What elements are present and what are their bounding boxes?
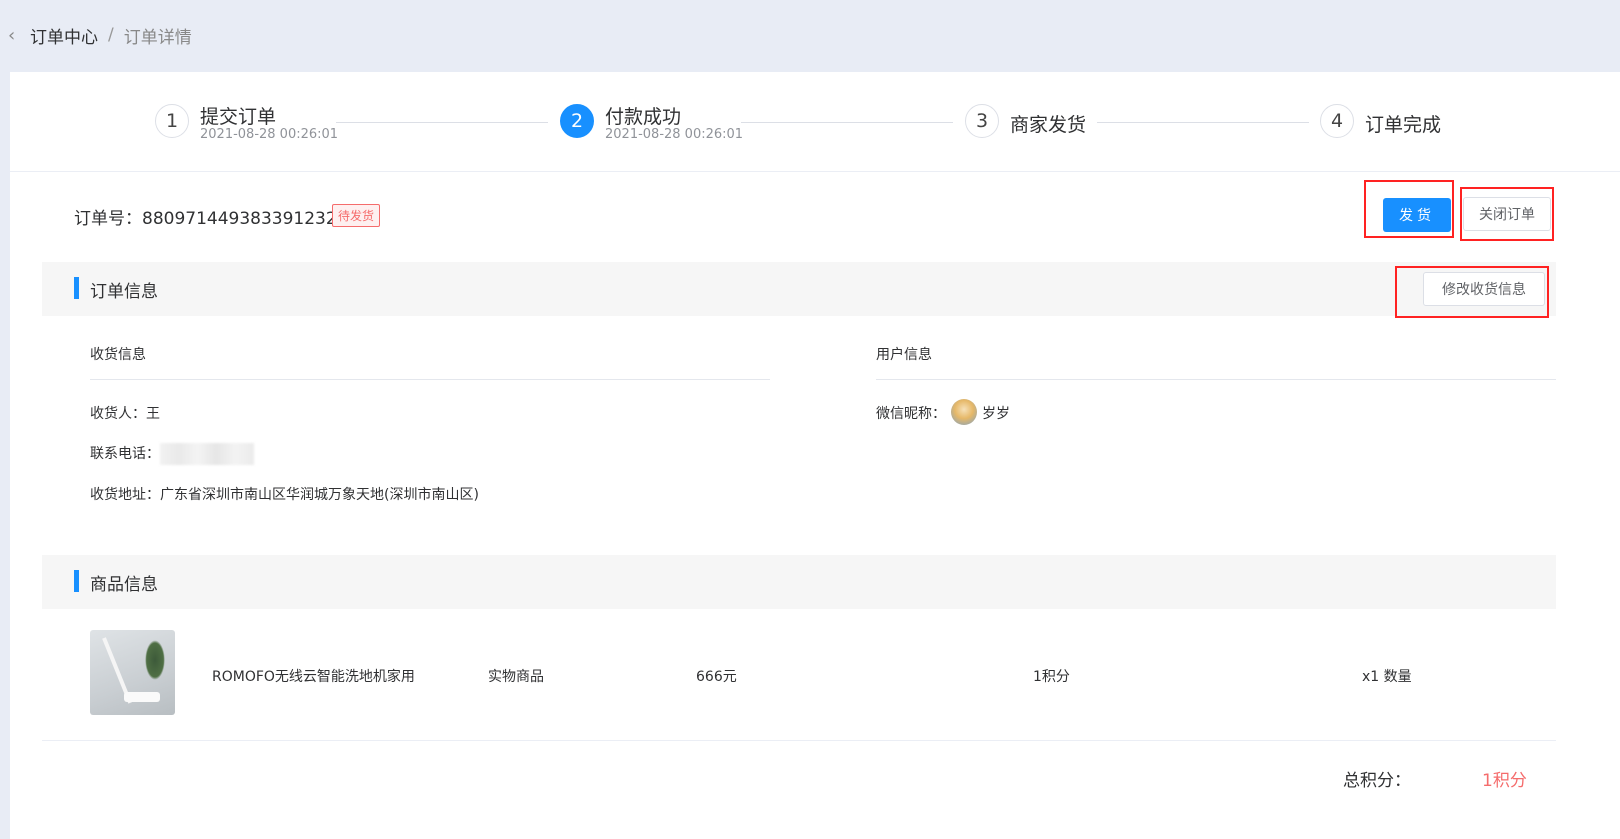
step-2-number: 2: [560, 104, 594, 138]
product-type: 实物商品: [488, 669, 544, 685]
order-info-header: 订单信息: [42, 262, 1556, 316]
order-steps: 1 提交订单 2021-08-28 00:26:01 2 付款成功 2021-0…: [10, 72, 1620, 172]
order-detail-panel: 1 提交订单 2021-08-28 00:26:01 2 付款成功 2021-0…: [10, 72, 1620, 839]
receiver-name: 收货人：王: [90, 406, 160, 422]
edit-shipping-button[interactable]: 修改收货信息: [1423, 272, 1545, 306]
ship-button[interactable]: 发货: [1383, 198, 1451, 232]
product-image-base: [124, 692, 160, 702]
status-badge: 待发货: [332, 204, 381, 227]
product-points: 1积分: [1033, 669, 1070, 685]
breadcrumb: ‹ 订单中心 / 订单详情: [0, 0, 1620, 70]
divider: [90, 379, 770, 380]
step-connector: [1097, 122, 1309, 123]
product-image: [90, 630, 175, 715]
step-4-number: 4: [1320, 104, 1354, 138]
table-row-divider: [42, 740, 1556, 741]
wechat-nickname: 岁岁: [982, 406, 1010, 422]
order-number: 订单号：880971449383391232: [74, 209, 337, 229]
phone-redacted: [160, 443, 254, 465]
wechat-label: 微信昵称：: [876, 406, 946, 422]
step-4-title: 订单完成: [1365, 114, 1442, 136]
back-chevron-icon[interactable]: ‹: [8, 25, 30, 46]
phone-row: 联系电话：: [90, 443, 254, 465]
shipping-address: 收货地址：广东省深圳市南山区华润城万象天地(深圳市南山区): [90, 487, 479, 503]
breadcrumb-order-center[interactable]: 订单中心: [30, 23, 98, 48]
breadcrumb-separator: /: [108, 25, 114, 45]
total-points-value: 1积分: [1482, 771, 1527, 791]
step-1-title: 提交订单: [200, 106, 277, 128]
step-2-time: 2021-08-28 00:26:01: [605, 127, 744, 142]
product-quantity: x1 数量: [1362, 669, 1412, 685]
step-1-time: 2021-08-28 00:26:01: [200, 127, 339, 142]
section-accent-bar: [74, 277, 79, 299]
step-3-number: 3: [965, 104, 999, 138]
product-price: 666元: [696, 669, 737, 685]
section-accent-bar: [74, 570, 79, 592]
order-info-title: 订单信息: [90, 281, 158, 302]
divider: [876, 379, 1556, 380]
step-connector: [336, 122, 548, 123]
product-info-header: 商品信息: [42, 555, 1556, 609]
total-points-label: 总积分：: [1343, 771, 1411, 791]
step-2-title: 付款成功: [605, 106, 682, 128]
step-1-number: 1: [155, 104, 189, 138]
close-order-button[interactable]: 关闭订单: [1463, 197, 1551, 231]
breadcrumb-current: 订单详情: [123, 27, 192, 48]
step-3-title: 商家发货: [1010, 114, 1087, 136]
product-name[interactable]: ROMOFO无线云智能洗地机家用: [212, 666, 415, 686]
step-connector: [741, 122, 953, 123]
avatar: [951, 399, 977, 425]
user-info-title: 用户信息: [876, 347, 932, 363]
shipping-info-title: 收货信息: [90, 347, 146, 363]
product-info-title: 商品信息: [90, 574, 158, 595]
product-image-plant: [145, 640, 165, 680]
phone-label: 联系电话：: [90, 446, 160, 462]
